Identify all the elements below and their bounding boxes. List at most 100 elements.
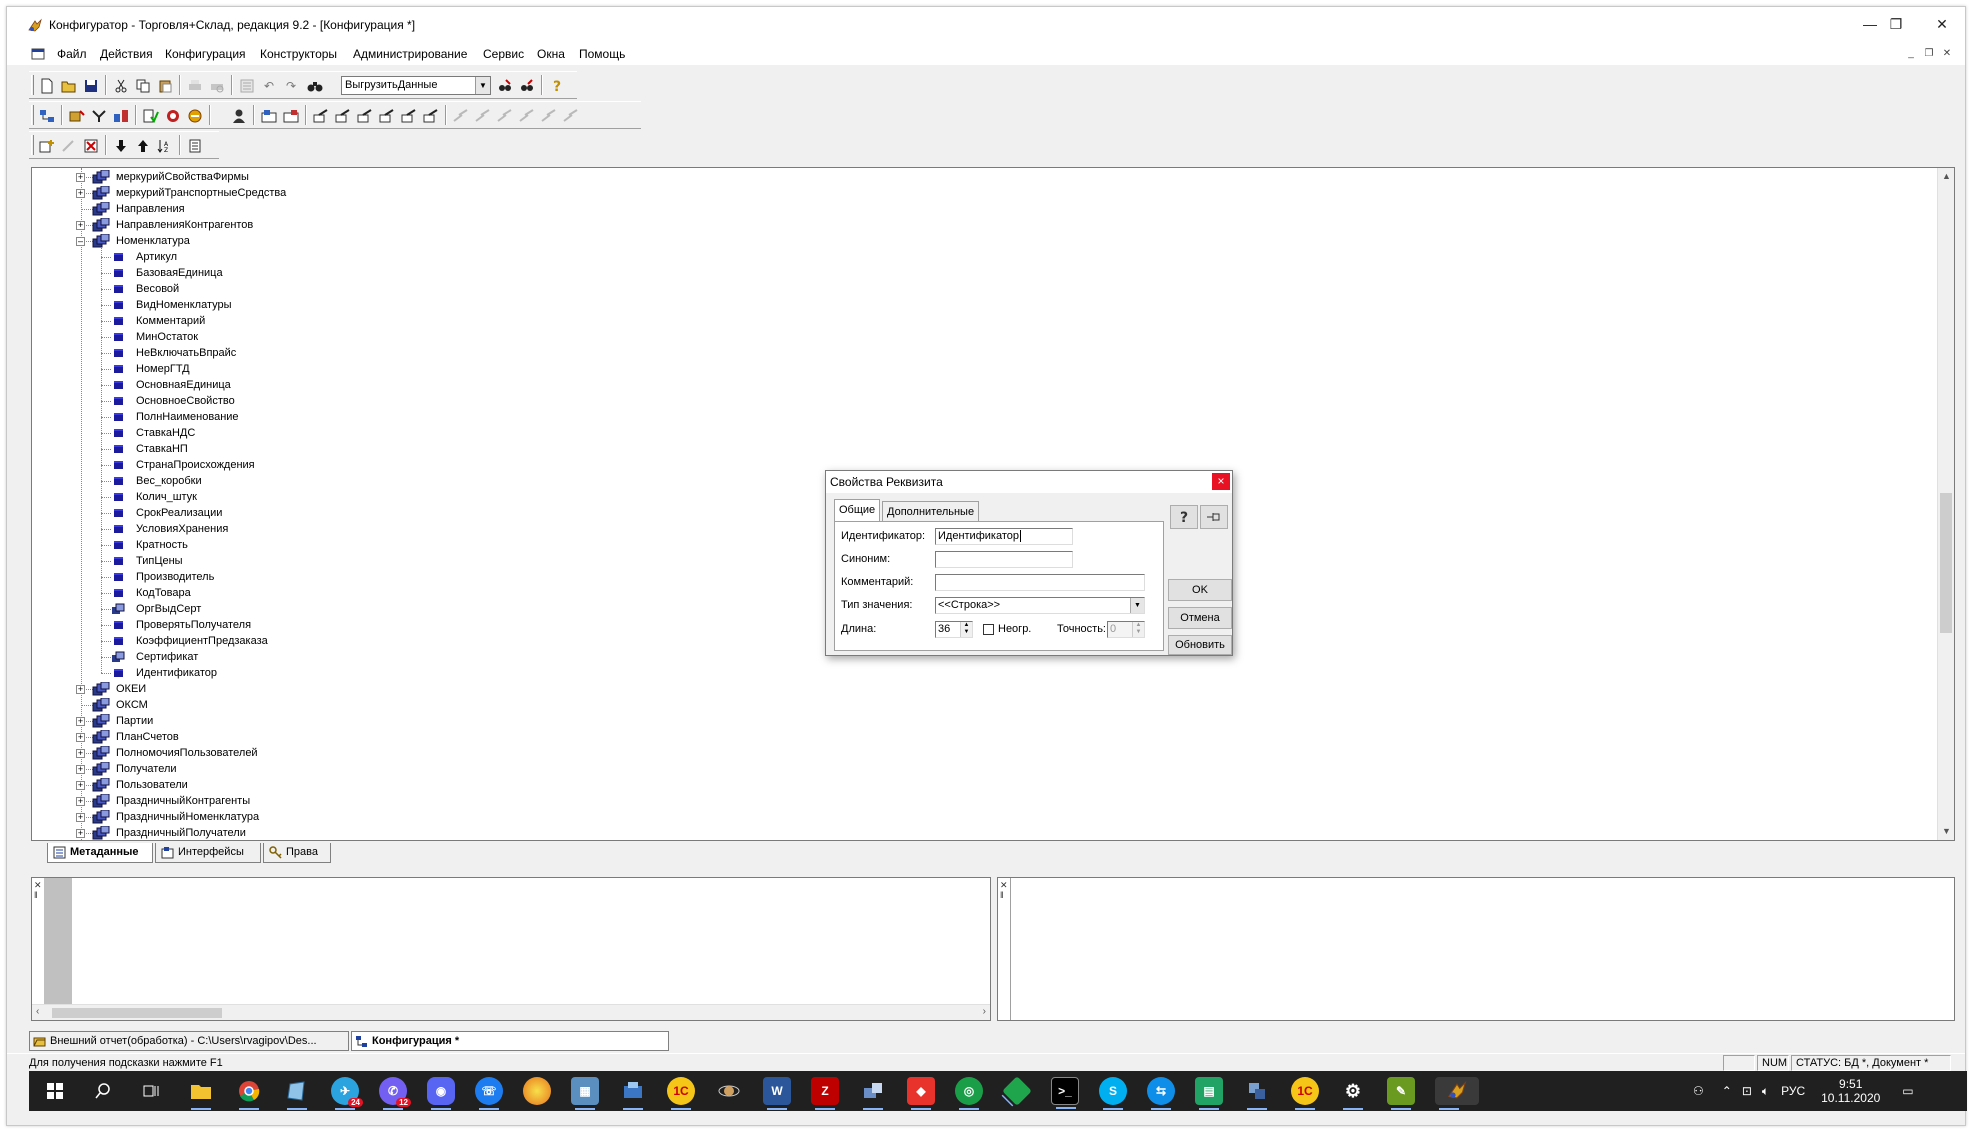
designer-3-icon[interactable] [355,106,375,126]
tree-node[interactable]: + ПраздничныйПолучатели [32,825,1912,840]
find-prev-icon[interactable] [517,76,537,96]
menu-windows[interactable]: Окна [537,47,565,61]
designer-8-icon[interactable] [473,106,493,126]
save-icon[interactable] [81,76,101,96]
clock[interactable]: 9:51 10.11.2020 [1821,1077,1880,1105]
tree-node[interactable]: + ПолномочияПользователей [32,745,1912,761]
move-down-icon[interactable] [111,136,131,156]
monitoring-app-icon[interactable]: ◎ [955,1077,983,1110]
tree-attribute[interactable]: МинОстаток [32,329,1912,345]
paste-icon[interactable] [155,76,175,96]
1c-designer-icon[interactable]: 1С [1291,1077,1319,1110]
tab-rights[interactable]: Права [263,843,331,863]
telegram-icon[interactable]: ✈ 24 [331,1077,363,1110]
comment-input[interactable] [935,574,1145,591]
menu-help[interactable]: Помощь [579,47,625,61]
merge-config-icon[interactable] [89,106,109,126]
word-icon[interactable]: W [763,1077,791,1110]
dialog-close-button[interactable]: × [1212,473,1230,490]
syntax-check-icon[interactable] [141,106,161,126]
find-next-icon[interactable] [495,76,515,96]
tree-node[interactable]: + Получатели [32,761,1912,777]
designer-6-icon[interactable] [421,106,441,126]
tree-attribute[interactable]: НомерГТД [32,361,1912,377]
tree-attribute[interactable]: ОсновноеСвойство [32,393,1912,409]
expand-icon[interactable]: + [76,221,85,230]
tree-node[interactable]: + Партии [32,713,1912,729]
value-type-select[interactable]: <<Строка>> ▼ [935,597,1145,614]
windows-start-icon[interactable] [41,1077,69,1105]
configurator-taskbar-icon[interactable] [1435,1077,1479,1110]
scroll-up-icon[interactable]: ▲ [1938,168,1954,185]
expand-icon[interactable]: + [76,813,85,822]
procedure-combo[interactable]: ВыгрузитьДанные ▼ [341,76,491,95]
notifications-icon[interactable]: ▭ [1902,1084,1913,1098]
sort-icon[interactable]: AZ [155,136,175,156]
yandex-browser-icon[interactable] [523,1077,551,1105]
anydesk-icon[interactable]: ◆ [907,1077,935,1110]
expand-icon[interactable]: + [76,733,85,742]
designer-5-icon[interactable] [399,106,419,126]
interface-editor-icon[interactable] [259,106,279,126]
notepad-plus-icon[interactable]: ✎ [1387,1077,1415,1110]
designer-11-icon[interactable] [539,106,559,126]
tree-attribute[interactable]: СтавкаНП [32,441,1912,457]
ok-button[interactable]: OK [1168,579,1232,601]
tree-node[interactable]: + Пользователи [32,777,1912,793]
run-enterprise-icon[interactable] [185,106,205,126]
copy-icon[interactable] [133,76,153,96]
terminal-icon[interactable]: >_ [1051,1077,1079,1109]
expand-icon[interactable]: + [76,173,85,182]
designer-1-icon[interactable] [311,106,331,126]
tree-attribute[interactable]: Идентификатор [32,665,1912,681]
wintab-external-report[interactable]: Внешний отчет(обработка) - C:\Users\rvag… [29,1031,349,1051]
menu-actions[interactable]: Действия [100,47,153,61]
spreadsheet-icon[interactable]: ▤ [1195,1077,1223,1110]
refresh-button[interactable]: Обновить [1168,635,1232,655]
scroll-right-icon[interactable]: › [983,1006,986,1017]
designer-7-icon[interactable] [451,106,471,126]
pane-pin-icon[interactable]: ‖ [1000,890,1004,900]
menu-file[interactable]: Файл [57,47,87,61]
tree-attribute[interactable]: ОсновнаяЕдиница [32,377,1912,393]
dialog-help-button[interactable]: ? [1170,505,1198,529]
mdi-child-icon[interactable] [31,48,45,60]
kerio-icon[interactable] [1002,1076,1032,1106]
search-icon[interactable] [89,1077,117,1105]
precision-spinner[interactable]: ▲ ▼ [1132,622,1144,637]
calculator-icon[interactable]: ▦ [571,1077,599,1110]
cut-icon[interactable] [111,76,131,96]
tree-node[interactable]: + ПраздничныйНоменклатура [32,809,1912,825]
tree-node[interactable]: ОКСМ [32,697,1912,713]
properties-icon[interactable] [237,76,257,96]
tree-attribute[interactable]: Весовой [32,281,1912,297]
menu-configuration[interactable]: Конфигурация [165,47,246,61]
move-up-icon[interactable] [133,136,153,156]
delete-object-icon[interactable] [81,136,101,156]
expand-icon[interactable]: + [76,781,85,790]
edit-object-icon[interactable] [59,136,79,156]
server-app-icon[interactable] [1243,1077,1271,1110]
dialog-tab-additional[interactable]: Дополнительные [882,501,980,521]
users-icon[interactable] [229,106,249,126]
tree-node[interactable]: + ПраздничныйКонтрагенты [32,793,1912,809]
teamviewer-icon[interactable]: ⇆ [1147,1077,1175,1110]
remote-desktop-icon[interactable] [619,1077,647,1110]
expand-icon[interactable]: + [76,685,85,694]
scroll-thumb[interactable] [1940,493,1952,633]
description-icon[interactable] [185,136,205,156]
compare-config-icon[interactable] [111,106,131,126]
print-icon[interactable] [185,76,205,96]
file-explorer-icon[interactable] [187,1077,215,1110]
hscroll-thumb[interactable] [52,1008,222,1018]
tree-attribute[interactable]: ПолнНаименование [32,409,1912,425]
load-config-icon[interactable] [67,106,87,126]
toolbar-grip[interactable] [31,105,34,125]
message-pane-left[interactable]: ✕ ‖ ‹ › [31,877,991,1021]
designer-10-icon[interactable] [517,106,537,126]
skype-icon[interactable]: S [1099,1077,1127,1110]
pane-pin-icon[interactable]: ‖ [34,890,38,900]
expand-icon[interactable]: + [76,829,85,838]
designer-12-icon[interactable] [561,106,581,126]
designer-9-icon[interactable] [495,106,515,126]
